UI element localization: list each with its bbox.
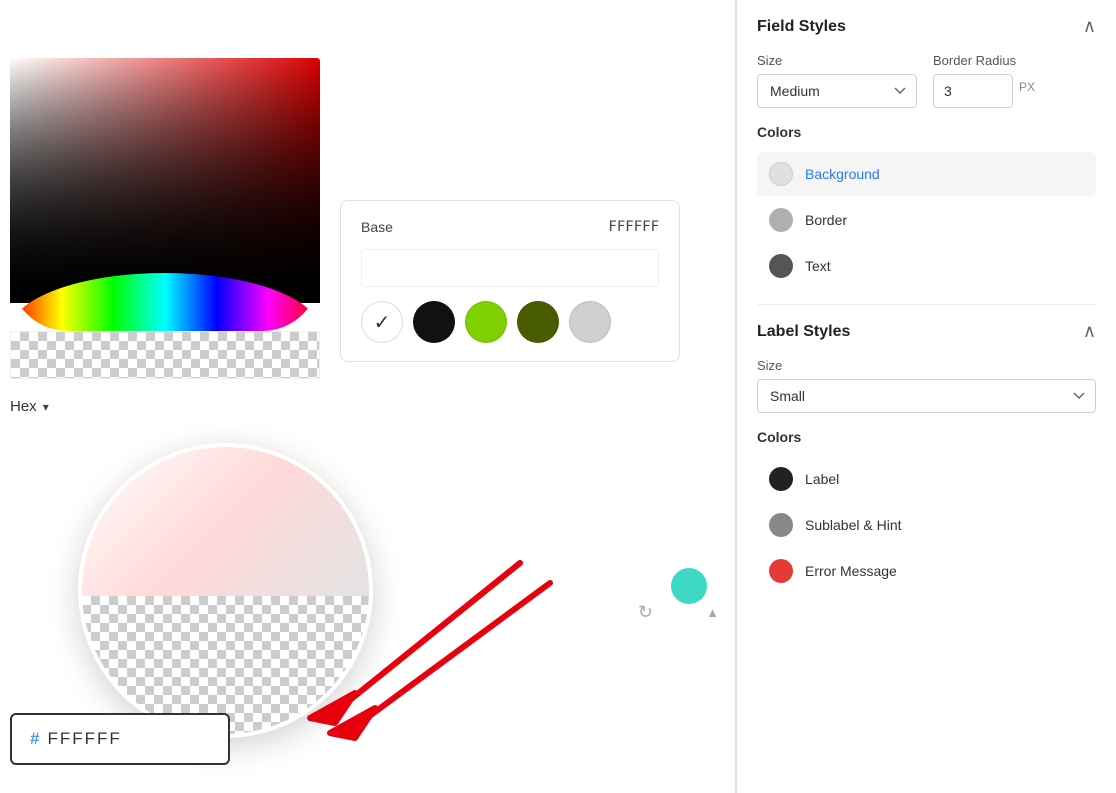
- hex-value-display: FFFFFF: [47, 729, 121, 749]
- label-size-select[interactable]: Small Medium Large: [757, 379, 1096, 413]
- swatch-check-item[interactable]: ✓: [361, 301, 403, 343]
- swatches-panel: Base FFFFFF ✓: [340, 200, 680, 362]
- label-size-label: Size: [757, 358, 1096, 373]
- swatch-color-bar: [361, 249, 659, 287]
- color-option-background[interactable]: Background: [757, 152, 1096, 196]
- background-option-label: Background: [805, 166, 880, 182]
- label-styles-header: Label Styles ∧: [757, 321, 1096, 342]
- hash-symbol: #: [30, 729, 39, 749]
- arrow-up-small-icon[interactable]: ▲: [706, 605, 719, 620]
- swatch-circles-row: ✓: [361, 301, 659, 343]
- text-option-label: Text: [805, 258, 831, 274]
- swatch-base-label: Base: [361, 219, 393, 235]
- size-border-row: Size Medium Small Large Border Radius PX: [757, 53, 1096, 108]
- hex-format-selector: Hex ▾: [10, 398, 49, 415]
- border-radius-label: Border Radius: [933, 53, 1035, 68]
- size-group: Size Medium Small Large: [757, 53, 917, 108]
- color-gradient-picker[interactable]: [10, 58, 320, 303]
- field-styles-title: Field Styles: [757, 18, 846, 36]
- sublabel-color-label: Sublabel & Hint: [805, 517, 902, 533]
- text-color-dot: [769, 254, 793, 278]
- border-radius-input[interactable]: [933, 74, 1013, 108]
- label-colors-label: Colors: [757, 429, 1096, 445]
- px-unit-label: PX: [1017, 80, 1035, 103]
- label-styles-section: Label Styles ∧ Size Small Medium Large C…: [757, 321, 1096, 593]
- left-panel: Hex ▾ # FFFFFF Base FFFFFF ✓: [0, 0, 735, 793]
- color-option-text[interactable]: Text: [757, 244, 1096, 288]
- border-option-label: Border: [805, 212, 847, 228]
- field-colors-label: Colors: [757, 124, 1096, 140]
- border-radius-group: Border Radius PX: [933, 53, 1035, 108]
- field-styles-header: Field Styles ∧: [757, 16, 1096, 37]
- border-color-dot: [769, 208, 793, 232]
- swatch-olive[interactable]: [517, 301, 559, 343]
- error-color-label: Error Message: [805, 563, 897, 579]
- magnifier-circle: [78, 443, 373, 738]
- swatch-hex-value: FFFFFF: [608, 219, 659, 235]
- label-styles-title: Label Styles: [757, 323, 850, 341]
- refresh-icon[interactable]: ↻: [638, 602, 653, 623]
- hex-input-box[interactable]: # FFFFFF: [10, 713, 230, 765]
- hex-dropdown-icon[interactable]: ▾: [43, 400, 49, 414]
- teal-indicator[interactable]: [671, 568, 707, 604]
- color-option-sublabel[interactable]: Sublabel & Hint: [757, 503, 1096, 547]
- swatch-lime[interactable]: [465, 301, 507, 343]
- section-divider-1: [757, 304, 1096, 305]
- size-select[interactable]: Medium Small Large: [757, 74, 917, 108]
- right-panel: Field Styles ∧ Size Medium Small Large B…: [736, 0, 1116, 793]
- background-color-dot: [769, 162, 793, 186]
- color-option-border[interactable]: Border: [757, 198, 1096, 242]
- transparency-slider[interactable]: [10, 331, 320, 379]
- field-styles-section: Field Styles ∧ Size Medium Small Large B…: [757, 16, 1096, 288]
- field-styles-collapse-icon[interactable]: ∧: [1083, 16, 1096, 37]
- swatch-lightgray[interactable]: [569, 301, 611, 343]
- label-color-dot: [769, 467, 793, 491]
- sublabel-color-dot: [769, 513, 793, 537]
- check-mark-icon: ✓: [374, 310, 391, 335]
- size-label: Size: [757, 53, 917, 68]
- color-option-label[interactable]: Label: [757, 457, 1096, 501]
- label-size-group: Size Small Medium Large: [757, 358, 1096, 413]
- color-option-error[interactable]: Error Message: [757, 549, 1096, 593]
- label-styles-collapse-icon[interactable]: ∧: [1083, 321, 1096, 342]
- swatch-black[interactable]: [413, 301, 455, 343]
- hex-label: Hex: [10, 398, 37, 415]
- error-color-dot: [769, 559, 793, 583]
- label-color-label: Label: [805, 471, 839, 487]
